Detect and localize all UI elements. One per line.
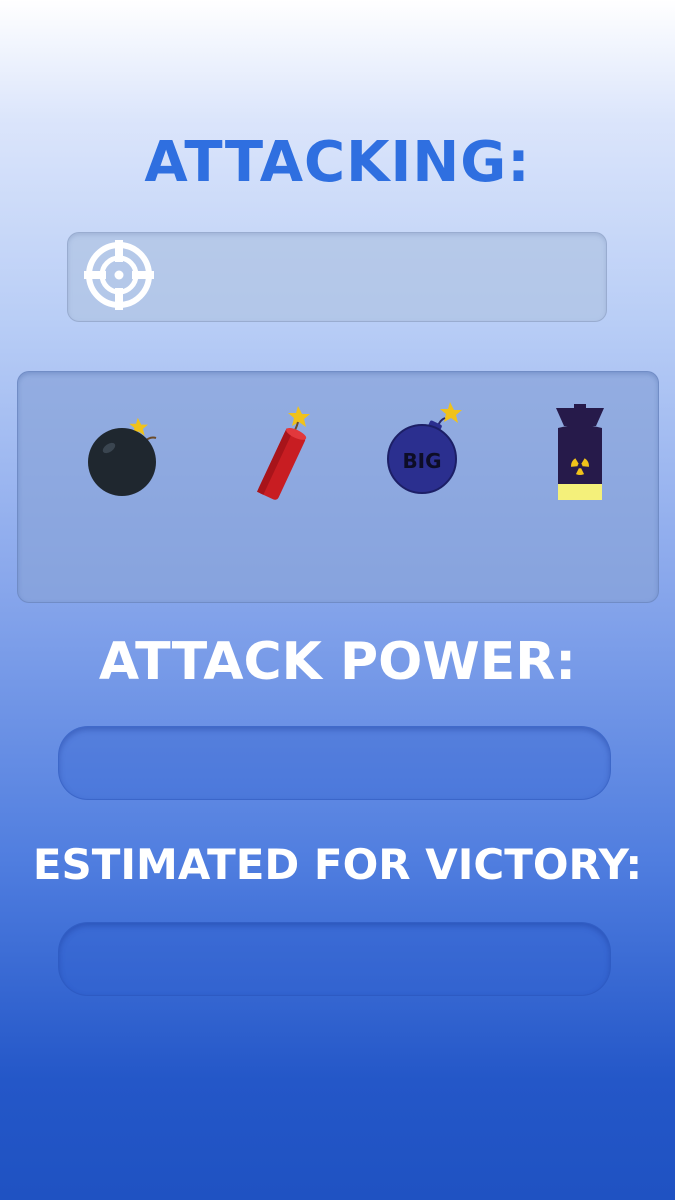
bomb-icon: [88, 417, 157, 496]
crosshair-icon: [82, 238, 156, 312]
attacking-title: ATTACKING:: [144, 130, 531, 195]
dynamite-icon: [256, 406, 310, 500]
big-bomb-label: BIG: [402, 449, 441, 473]
big-bomb-icon: BIG: [387, 402, 462, 494]
weapon-dynamite[interactable]: [228, 400, 338, 500]
attack-power-title: ATTACK POWER:: [98, 632, 577, 692]
weapon-big-bomb[interactable]: BIG: [372, 400, 482, 500]
weapon-bomb[interactable]: [54, 400, 164, 500]
target-field[interactable]: [67, 232, 607, 322]
nuke-icon: [556, 404, 604, 506]
estimated-victory-title: ESTIMATED FOR VICTORY:: [32, 840, 643, 889]
estimated-victory-field: [58, 922, 611, 996]
weapons-panel: BIG: [17, 371, 659, 603]
weapon-nuke[interactable]: [530, 400, 640, 506]
attack-power-field: [58, 726, 611, 800]
